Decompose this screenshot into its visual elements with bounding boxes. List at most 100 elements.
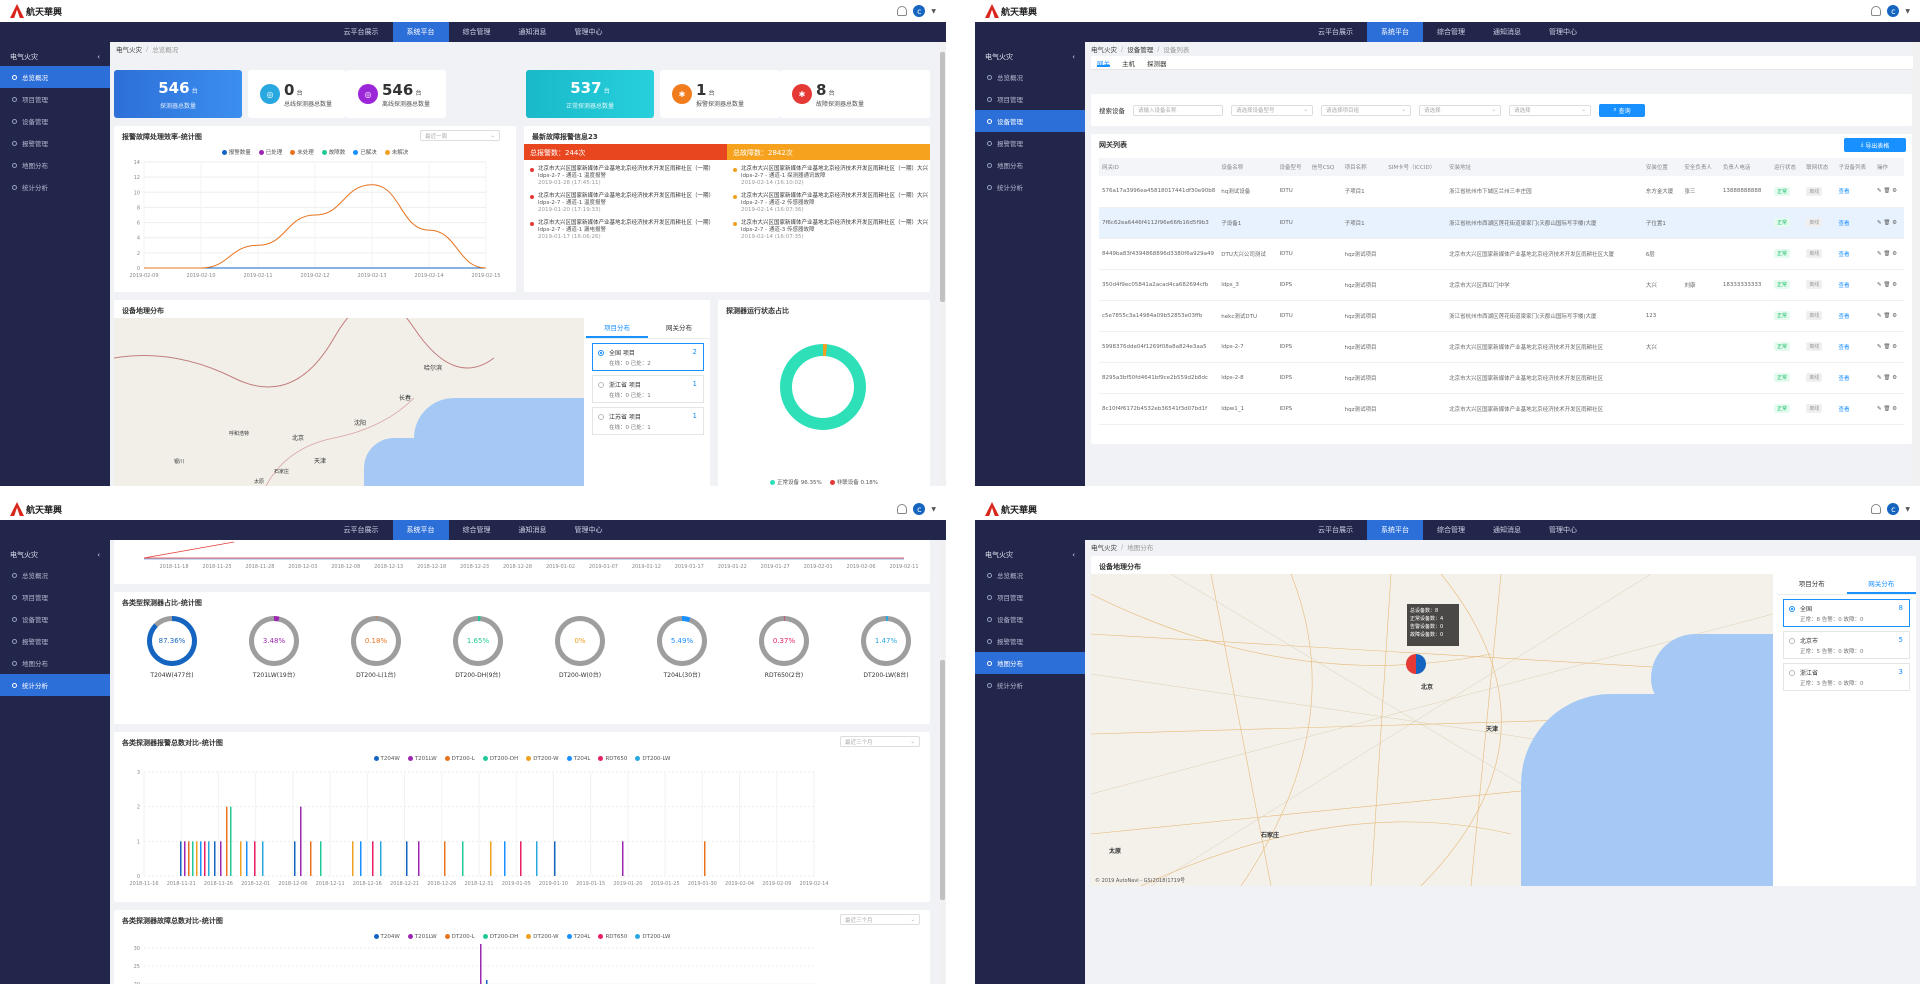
- province-item[interactable]: 全国 项目 在线：0 已处：2 2: [592, 343, 704, 371]
- delete-icon[interactable]: 🗑: [1883, 344, 1890, 350]
- delete-icon[interactable]: 🗑: [1883, 282, 1890, 288]
- legend-item[interactable]: DT200-DH: [483, 756, 518, 762]
- gear-icon[interactable]: ⚙: [1892, 251, 1897, 257]
- avatar[interactable]: c: [1887, 503, 1900, 515]
- sidebar-item-projects[interactable]: 项目管理: [975, 88, 1085, 110]
- stat-bus[interactable]: ◎ 0 台总线探测器总数量: [248, 70, 346, 118]
- gear-icon[interactable]: ⚙: [1892, 375, 1897, 381]
- alarm-range-select[interactable]: 最近三个月 ⌄: [840, 736, 920, 747]
- alert-item[interactable]: 北京市大兴区国家新媒体产业基地北京经济技术开发区雨耕社区（一期） ldps-2-…: [530, 166, 725, 187]
- stat-alarm[interactable]: ✱ 1 台报警探测器总数量: [660, 70, 780, 118]
- tab-gateway-dist[interactable]: 网关分布: [648, 318, 710, 338]
- view-link[interactable]: 查看: [1838, 283, 1849, 289]
- chevron-down-icon[interactable]: ▼: [1905, 8, 1910, 15]
- sidebar-item-overview[interactable]: 总览概况: [975, 564, 1085, 586]
- sidebar-item-devices[interactable]: 设备管理: [975, 608, 1085, 630]
- bell-icon[interactable]: [897, 504, 908, 514]
- delete-icon[interactable]: 🗑: [1883, 375, 1890, 381]
- alert-item[interactable]: 北京市大兴区国家新媒体产业基地北京经济技术开发区雨耕社区（一期） ldps-2-…: [530, 220, 725, 241]
- nav-system[interactable]: 系统平台: [1367, 520, 1423, 540]
- bell-icon[interactable]: [1871, 6, 1882, 16]
- stat-fault[interactable]: ✱ 8 台故障探测器总数量: [780, 70, 930, 118]
- sidebar-item-projects[interactable]: 项目管理: [975, 586, 1085, 608]
- nav-cloud[interactable]: 云平台展示: [1304, 22, 1367, 42]
- chevron-down-icon[interactable]: ▼: [931, 8, 936, 15]
- tab-project-dist[interactable]: 项目分布: [586, 318, 648, 338]
- edit-icon[interactable]: ✎: [1877, 375, 1882, 381]
- legend-item[interactable]: T204L: [567, 756, 591, 762]
- sidebar-item-map[interactable]: 地图分布: [975, 652, 1085, 674]
- legend-item[interactable]: 未处理: [290, 148, 314, 156]
- bell-icon[interactable]: [897, 6, 908, 16]
- sidebar-item-devices[interactable]: 设备管理: [0, 110, 110, 132]
- legend-item[interactable]: 已处理: [259, 148, 283, 156]
- avatar[interactable]: c: [1887, 5, 1900, 17]
- province-item[interactable]: 北京市 正常：5 告警：0 故障：0 5: [1783, 631, 1910, 659]
- sidebar-item-devices[interactable]: 设备管理: [975, 110, 1085, 132]
- tab-gateway-dist[interactable]: 网关分布: [1846, 574, 1916, 594]
- delete-icon[interactable]: 🗑: [1883, 188, 1890, 194]
- map[interactable]: 北京 天津 沈阳 呼和浩特 长春 哈尔滨 石家庄 太原 银川: [114, 318, 584, 486]
- avatar[interactable]: c: [913, 503, 926, 515]
- nav-integrated[interactable]: 综合管理: [449, 22, 505, 42]
- tab-project-dist[interactable]: 项目分布: [1777, 574, 1847, 594]
- nav-cloud[interactable]: 云平台展示: [330, 22, 393, 42]
- collapse-icon[interactable]: ‹: [97, 53, 100, 61]
- stat-normal[interactable]: 537 台正常探测器总数量: [526, 70, 654, 118]
- map[interactable]: 总设备数：8 正常设备数：4 告警设备数：0 故障设备数：0 天津 石家庄 太原 北京…: [1091, 574, 1773, 886]
- chevron-down-icon[interactable]: ▼: [931, 506, 936, 513]
- table-row[interactable]: 5998376dde04f1269f08a8a824e3aa5 ldps-2-7 I…: [1099, 331, 1904, 363]
- province-item[interactable]: 全国 正常：8 告警：0 故障：0 8: [1783, 599, 1910, 627]
- search-button[interactable]: ⌕ 查询: [1599, 103, 1645, 117]
- sidebar-item-alarms[interactable]: 报警管理: [975, 132, 1085, 154]
- nav-admin[interactable]: 管理中心: [1535, 22, 1591, 42]
- chevron-down-icon[interactable]: ▼: [1905, 506, 1910, 513]
- nav-admin[interactable]: 管理中心: [1535, 520, 1591, 540]
- table-row[interactable]: 8295a3bf50fd4641bf9ce2b559d2b8dc ldps-2-8…: [1099, 362, 1904, 394]
- view-link[interactable]: 查看: [1838, 189, 1849, 195]
- collapse-icon[interactable]: ‹: [1072, 551, 1075, 559]
- province-item[interactable]: 浙江省 项目 在线：0 已处：1 1: [592, 375, 704, 403]
- stat-total[interactable]: 546 台探测器总数量: [114, 70, 242, 118]
- cluster-marker[interactable]: [1406, 654, 1426, 674]
- gear-icon[interactable]: ⚙: [1892, 188, 1897, 194]
- device-name-input[interactable]: 请输入设备名称: [1133, 104, 1223, 116]
- alert-item[interactable]: 北京市大兴区国家新媒体产业基地北京经济技术开发区雨耕社区（一期） ldps-2-…: [530, 193, 725, 214]
- sidebar-item-stats[interactable]: 统计分析: [0, 674, 110, 696]
- legend-item[interactable]: RDT650: [598, 756, 627, 762]
- legend-item[interactable]: 报警数量: [222, 148, 251, 156]
- collapse-icon[interactable]: ‹: [97, 551, 100, 559]
- table-row[interactable]: 350d4f9ec05841a2acad4ca682694cfb ldps_3 ID…: [1099, 269, 1904, 301]
- sidebar-item-projects[interactable]: 项目管理: [0, 586, 110, 608]
- gear-icon[interactable]: ⚙: [1892, 313, 1897, 319]
- legend-item[interactable]: 故障数: [322, 148, 346, 156]
- legend-item[interactable]: T201LW: [408, 756, 437, 762]
- nav-notice[interactable]: 通知消息: [1479, 22, 1535, 42]
- delete-icon[interactable]: 🗑: [1883, 220, 1890, 226]
- view-link[interactable]: 查看: [1838, 221, 1849, 227]
- legend-item[interactable]: 未解决: [385, 148, 409, 156]
- gear-icon[interactable]: ⚙: [1892, 220, 1897, 226]
- edit-icon[interactable]: ✎: [1877, 251, 1882, 257]
- view-link[interactable]: 查看: [1838, 345, 1849, 351]
- sidebar-item-stats[interactable]: 统计分析: [975, 176, 1085, 198]
- edit-icon[interactable]: ✎: [1877, 313, 1882, 319]
- nav-system[interactable]: 系统平台: [1367, 22, 1423, 42]
- tab-host[interactable]: 主机: [1122, 58, 1135, 68]
- project-select[interactable]: 请选择项目组 ⌄: [1321, 104, 1411, 116]
- view-link[interactable]: 查看: [1838, 407, 1849, 413]
- sidebar-item-projects[interactable]: 项目管理: [0, 88, 110, 110]
- edit-icon[interactable]: ✎: [1877, 406, 1882, 412]
- nav-integrated[interactable]: 综合管理: [1423, 22, 1479, 42]
- delete-icon[interactable]: 🗑: [1883, 313, 1890, 319]
- city-select[interactable]: 请选择 ⌄: [1509, 104, 1591, 116]
- sidebar-item-map[interactable]: 地图分布: [975, 154, 1085, 176]
- nav-cloud[interactable]: 云平台展示: [1304, 520, 1367, 540]
- sidebar-item-overview[interactable]: 总览概况: [975, 66, 1085, 88]
- gear-icon[interactable]: ⚙: [1892, 406, 1897, 412]
- scrollbar[interactable]: [939, 540, 946, 984]
- fault-range-select[interactable]: 最近三个月 ⌄: [840, 914, 920, 925]
- sidebar-item-alarms[interactable]: 报警管理: [975, 630, 1085, 652]
- sidebar-item-overview[interactable]: 总览概况: [0, 66, 110, 88]
- sidebar-item-stats[interactable]: 统计分析: [975, 674, 1085, 696]
